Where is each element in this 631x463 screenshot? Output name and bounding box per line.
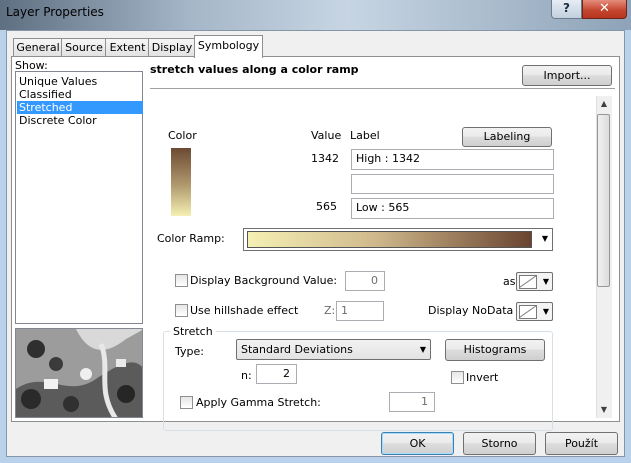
color-ramp-preview (247, 231, 532, 248)
gamma-field[interactable]: 1 (389, 392, 435, 412)
stretch-type-label: Type: (175, 345, 204, 358)
background-color-dropdown[interactable]: ▼ (516, 272, 553, 291)
scroll-thumb[interactable] (597, 114, 610, 287)
heading-divider (150, 88, 615, 89)
color-ramp-swatch[interactable] (171, 148, 191, 216)
gamma-checkbox[interactable] (180, 396, 193, 409)
invert-label: Invert (466, 371, 499, 384)
z-factor-field[interactable]: 1 (336, 301, 384, 321)
histograms-button[interactable]: Histograms (445, 339, 545, 361)
window-title: Layer Properties (6, 5, 104, 19)
value-column-header: Value (311, 129, 342, 142)
preview-thumbnail (15, 328, 143, 418)
scroll-up-icon[interactable]: ▲ (596, 96, 612, 112)
chevron-down-icon: ▼ (542, 277, 549, 286)
low-value: 565 (316, 200, 337, 213)
close-button[interactable]: ✕ (582, 0, 627, 19)
stretch-group-label: Stretch (170, 325, 216, 338)
tab-symbology[interactable]: Symbology (194, 35, 263, 58)
nodata-label: Display NoData as (428, 304, 530, 317)
invert-checkbox[interactable] (451, 371, 464, 384)
scroll-down-icon[interactable]: ▼ (596, 402, 612, 418)
display-background-label: Display Background Value: (190, 274, 338, 287)
n-label: n: (241, 369, 252, 382)
hillshade-checkbox[interactable] (175, 304, 188, 317)
tab-source[interactable]: Source (61, 38, 107, 57)
stretch-type-value: Standard Deviations (241, 343, 353, 356)
chevron-down-icon: ▼ (541, 234, 548, 243)
tab-extent[interactable]: Extent (105, 38, 150, 57)
label-column-header: Label (350, 129, 380, 142)
background-value-field[interactable]: 0 (345, 271, 385, 291)
chevron-down-icon: ▼ (419, 345, 426, 354)
display-background-checkbox[interactable] (175, 274, 188, 287)
show-item-classified[interactable]: Classified (17, 88, 143, 101)
ok-button[interactable]: OK (381, 432, 454, 455)
n-field[interactable]: 2 (256, 364, 297, 384)
labeling-button[interactable]: Labeling (462, 127, 552, 147)
renderer-description: stretch values along a color ramp (150, 63, 359, 76)
mid-label-field[interactable] (351, 174, 554, 194)
gamma-label: Apply Gamma Stretch: (196, 396, 321, 409)
z-label: Z: (324, 304, 336, 317)
show-item-discrete-color[interactable]: Discrete Color (17, 114, 143, 127)
color-ramp-label: Color Ramp: (157, 232, 225, 245)
show-item-unique-values[interactable]: Unique Values (17, 75, 143, 88)
show-list[interactable]: Unique Values Classified Stretched Discr… (15, 71, 143, 324)
low-label-field[interactable]: Low : 565 (351, 198, 554, 219)
chevron-down-icon: ▼ (542, 307, 549, 316)
nodata-color-dropdown[interactable]: ▼ (516, 302, 553, 321)
help-button[interactable]: ? (551, 0, 582, 19)
hillshade-label: Use hillshade effect (190, 304, 299, 317)
high-label-field[interactable]: High : 1342 (351, 149, 554, 170)
tab-general[interactable]: General (13, 38, 63, 57)
no-color-icon (519, 305, 537, 319)
color-column-header: Color (168, 129, 197, 142)
import-button[interactable]: Import... (522, 65, 612, 86)
cancel-button[interactable]: Storno (463, 432, 536, 455)
high-value: 1342 (311, 152, 339, 165)
apply-button[interactable]: Použít (545, 432, 618, 455)
tab-display[interactable]: Display (148, 38, 196, 57)
stretch-type-dropdown[interactable]: Standard Deviations ▼ (236, 339, 431, 360)
show-item-stretched[interactable]: Stretched (17, 101, 143, 114)
as-label: as (503, 275, 516, 288)
no-color-icon (519, 275, 537, 289)
